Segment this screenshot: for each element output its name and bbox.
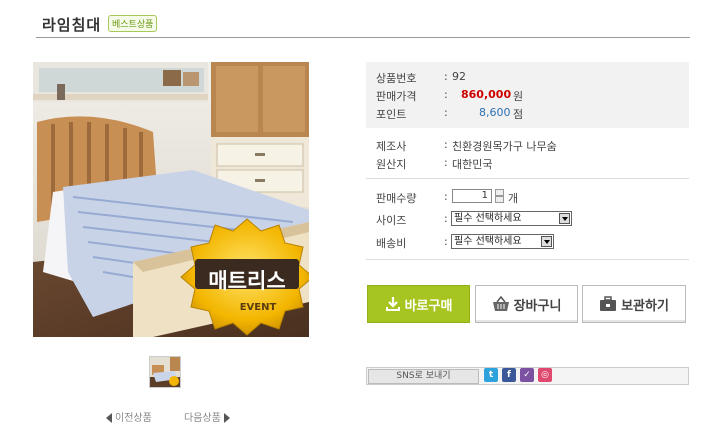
title-divider: [36, 37, 690, 38]
colon: :: [444, 106, 448, 119]
colon: :: [444, 235, 448, 248]
price-label: 판매가격: [376, 90, 417, 103]
briefcase-icon: [600, 296, 617, 311]
colon: :: [444, 190, 448, 203]
arrow-left-icon: [106, 413, 112, 423]
point-value: 8,600: [479, 106, 511, 119]
size-select-value: 필수 선택하세요: [454, 213, 522, 224]
qty-unit: 개: [508, 192, 519, 205]
origin-label: 원산지: [376, 158, 407, 171]
colon: :: [444, 212, 448, 225]
prev-product-link[interactable]: 이전상품: [106, 409, 152, 424]
price-unit: 원: [513, 90, 524, 103]
colon: :: [444, 70, 448, 83]
buy-now-label: 바로구매: [404, 298, 453, 314]
product-image: 매트리스 EVENT: [33, 62, 309, 337]
qty-up-button[interactable]: [495, 189, 504, 196]
basket-icon: [492, 296, 509, 311]
cart-button[interactable]: 장바구니: [475, 285, 578, 323]
next-product-label: 다음상품: [184, 413, 221, 424]
shipping-label: 배송비: [376, 237, 407, 250]
maker-value: 친환경원목가구 나무숨: [452, 140, 557, 153]
cart-label: 장바구니: [513, 298, 562, 314]
dropdown-arrow-icon: [541, 236, 552, 247]
colon: :: [444, 138, 448, 151]
bed-photo-illustration: 매트리스 EVENT: [33, 62, 309, 337]
divider: [366, 178, 689, 179]
size-select[interactable]: 필수 선택하세요: [451, 211, 572, 226]
seal-main-text: 매트리스: [208, 269, 285, 293]
size-label: 사이즈: [376, 214, 407, 227]
maker-label: 제조사: [376, 140, 407, 153]
divider: [366, 259, 689, 260]
qty-down-button[interactable]: [495, 196, 504, 203]
point-unit: 점: [513, 108, 524, 121]
twitter-icon[interactable]: t: [484, 368, 498, 382]
price-value: 860,000: [461, 88, 512, 101]
product-no-label: 상품번호: [376, 72, 417, 85]
product-no-value: 92: [452, 70, 466, 83]
colon: :: [444, 156, 448, 169]
seal-sub-text: EVENT: [240, 302, 277, 313]
arrow-right-icon: [223, 413, 230, 423]
shipping-select[interactable]: 필수 선택하세요: [451, 234, 554, 249]
quantity-input[interactable]: 1: [452, 189, 492, 203]
wishlist-button[interactable]: 보관하기: [582, 285, 686, 323]
product-title: 라임침대: [42, 16, 102, 34]
buy-now-button[interactable]: 바로구매: [367, 285, 470, 323]
sns-share-label: SNS로 보내기: [368, 369, 479, 384]
shipping-select-value: 필수 선택하세요: [454, 236, 522, 247]
prev-product-label: 이전상품: [115, 413, 152, 424]
dropdown-arrow-icon: [559, 213, 570, 224]
next-product-link[interactable]: 다음상품: [184, 409, 230, 424]
origin-value: 대한민국: [452, 158, 493, 171]
qty-label: 판매수량: [376, 192, 417, 205]
wishlist-label: 보관하기: [621, 298, 669, 314]
point-label: 포인트: [376, 108, 407, 121]
me2day-icon[interactable]: ✓: [520, 368, 534, 382]
product-thumbnail[interactable]: [149, 356, 181, 388]
facebook-icon[interactable]: f: [502, 368, 516, 382]
download-arrow-icon: [385, 297, 400, 311]
yozm-icon[interactable]: ◎: [538, 368, 552, 382]
thumbnail-image: [150, 357, 180, 387]
best-product-badge: 베스트상품: [108, 15, 158, 32]
colon: :: [444, 88, 448, 101]
